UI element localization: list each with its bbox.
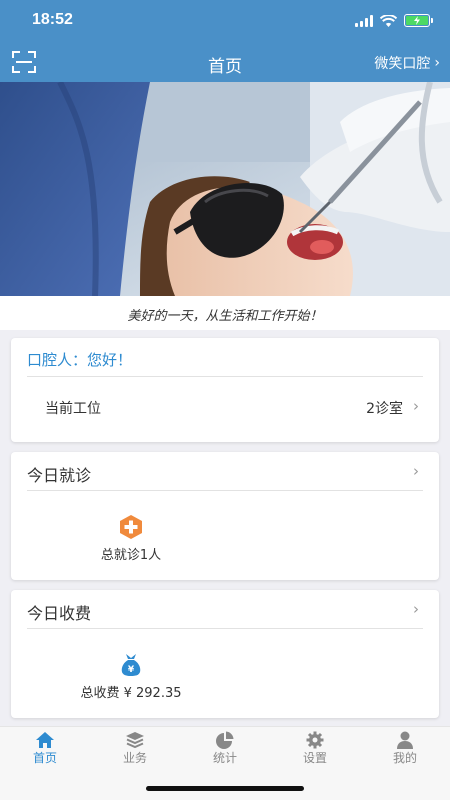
clinic-selector[interactable]: 微笑口腔 › <box>374 53 440 73</box>
greeting-card: 口腔人：您好！ 当前工位 2诊室 › <box>11 338 439 442</box>
visits-total: 总就诊1人 <box>100 548 162 563</box>
home-icon <box>36 732 54 748</box>
tab-settings[interactable]: 设置 <box>270 727 360 777</box>
divider <box>27 490 423 491</box>
fees-card: 今日收费 › ¥ 总收费 ¥ 292.35 <box>11 590 439 718</box>
home-indicator <box>146 786 304 791</box>
tab-home[interactable]: 首页 <box>0 727 90 777</box>
status-time: 18:52 <box>32 11 73 28</box>
banner-caption: 美好的一天，从生活和工作开始！ <box>127 309 323 324</box>
battery-icon <box>404 14 433 27</box>
nav-bar: 首页 微笑口腔 › <box>0 44 450 82</box>
gear-icon <box>306 731 324 749</box>
greeting-text: 口腔人：您好！ <box>27 351 133 369</box>
divider <box>27 628 423 629</box>
fees-header[interactable]: 今日收费 › <box>11 590 439 628</box>
layers-icon <box>126 732 144 749</box>
tab-label: 首页 <box>32 751 57 765</box>
fees-total: 总收费 ¥ 292.35 <box>80 686 182 701</box>
tab-mine[interactable]: 我的 <box>360 727 450 777</box>
visits-header[interactable]: 今日就诊 › <box>11 452 439 490</box>
chevron-right-icon: › <box>413 397 419 415</box>
banner-image <box>0 82 450 296</box>
status-bar: 18:52 <box>0 0 450 44</box>
visits-card: 今日就诊 › 总就诊1人 <box>11 452 439 580</box>
tab-label: 统计 <box>212 751 237 765</box>
clinic-name: 微笑口腔 <box>374 56 431 72</box>
wifi-icon <box>380 14 397 27</box>
workstation-row[interactable]: 当前工位 2诊室 › <box>11 388 439 428</box>
divider <box>27 376 423 377</box>
svg-text:¥: ¥ <box>128 665 135 675</box>
workstation-label: 当前工位 <box>45 401 101 417</box>
chevron-right-icon: › <box>413 600 419 618</box>
chevron-right-icon: › <box>434 55 440 71</box>
person-icon <box>397 731 413 749</box>
system-indicators <box>355 14 433 27</box>
workstation-value: 2诊室 <box>366 401 403 417</box>
tab-business[interactable]: 业务 <box>90 727 180 777</box>
tab-label: 业务 <box>122 751 147 765</box>
cellular-signal-icon <box>355 14 373 27</box>
money-bag-icon: ¥ <box>121 654 141 676</box>
chevron-right-icon: › <box>413 462 419 480</box>
banner-caption-band: 美好的一天，从生活和工作开始！ <box>0 296 450 330</box>
plus-badge-icon <box>120 515 142 539</box>
tab-label: 设置 <box>302 751 327 765</box>
tab-statistics[interactable]: 统计 <box>180 727 270 777</box>
tab-label: 我的 <box>392 751 417 765</box>
fees-title: 今日收费 <box>27 604 92 623</box>
pie-chart-icon <box>216 731 234 749</box>
visits-title: 今日就诊 <box>27 466 92 485</box>
